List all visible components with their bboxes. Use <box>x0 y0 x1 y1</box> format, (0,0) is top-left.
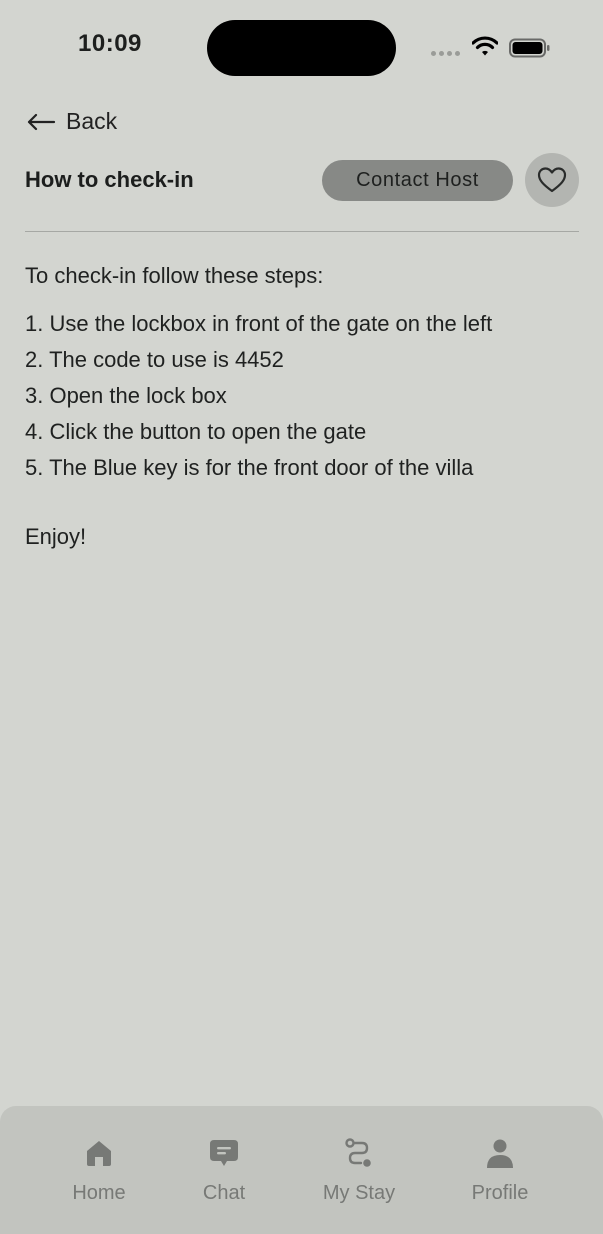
chat-icon <box>210 1140 238 1166</box>
step-item: 2. The code to use is 4452 <box>25 347 284 372</box>
contact-host-button[interactable]: Contact Host <box>322 160 513 201</box>
step-item: 3. Open the lock box <box>25 383 227 408</box>
tab-label: Chat <box>202 1182 246 1204</box>
tab-label: My Stay <box>322 1182 396 1204</box>
tab-chat[interactable]: Chat <box>189 1106 259 1234</box>
back-label: Back <box>66 108 118 134</box>
step-item: 5. The Blue key is for the front door of… <box>25 455 474 480</box>
step-item: 4. Click the button to open the gate <box>25 419 367 444</box>
heart-icon <box>537 167 567 193</box>
steps-list: 1. Use the lockbox in front of the gate … <box>25 306 585 486</box>
closing-text: Enjoy! <box>25 524 87 549</box>
favorite-button[interactable] <box>525 153 579 207</box>
status-time: 10:09 <box>78 30 142 57</box>
intro-text: To check-in follow these steps: <box>25 263 324 288</box>
person-icon <box>487 1139 513 1168</box>
route-icon <box>345 1138 371 1167</box>
home-icon <box>87 1141 111 1166</box>
tab-bar: Home Chat My Stay Profile <box>0 1106 603 1234</box>
back-button[interactable]: Back <box>26 108 117 135</box>
tab-my-stay[interactable]: My Stay <box>309 1106 409 1234</box>
tab-label: Profile <box>471 1182 529 1204</box>
page-title: How to check-in <box>25 167 194 192</box>
arrow-left-icon <box>27 113 56 130</box>
instructions: To check-in follow these steps: 1. Use t… <box>25 262 585 551</box>
step-item: 1. Use the lockbox in front of the gate … <box>25 311 493 336</box>
wifi-icon <box>472 36 498 56</box>
cellular-signal-icon <box>431 51 460 56</box>
divider <box>25 231 579 232</box>
screen: 10:09 Back How to check-in Contact Host … <box>0 0 603 1234</box>
dynamic-island <box>207 20 396 76</box>
tab-home[interactable]: Home <box>64 1106 134 1234</box>
tab-profile[interactable]: Profile <box>460 1106 540 1234</box>
battery-icon <box>509 38 550 58</box>
tab-label: Home <box>72 1182 126 1204</box>
